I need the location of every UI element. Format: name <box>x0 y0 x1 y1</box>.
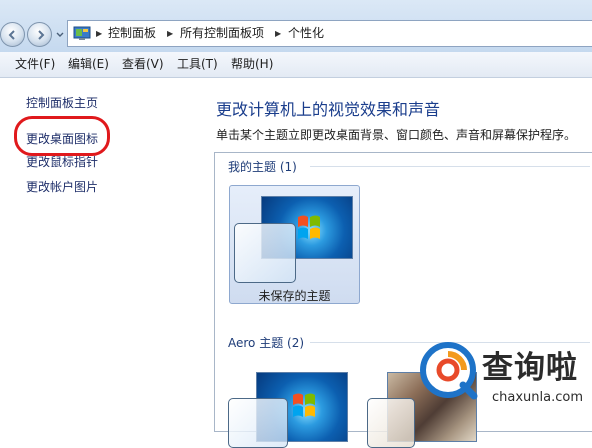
theme-item-unsaved[interactable]: 未保存的主题 <box>229 185 360 304</box>
menu-file[interactable]: 文件(F) <box>15 52 55 77</box>
address-field[interactable]: ▶ 控制面板 ▶ 所有控制面板项 ▶ 个性化 <box>67 20 592 47</box>
control-panel-icon <box>73 26 91 40</box>
chaxunla-logo-icon <box>420 342 478 400</box>
breadcrumb-separator-icon: ▶ <box>96 29 103 38</box>
breadcrumb-all-items[interactable]: 所有控制面板项 <box>180 21 264 46</box>
menu-tools[interactable]: 工具(T) <box>177 52 218 77</box>
page-subtitle: 单击某个主题立即更改桌面背景、窗口颜色、声音和屏幕保护程序。 <box>216 128 577 142</box>
forward-arrow-icon <box>38 30 45 40</box>
theme-window-color-swatch <box>234 223 296 283</box>
nav-change-account-picture[interactable]: 更改帐户图片 <box>26 178 98 195</box>
menu-help[interactable]: 帮助(H) <box>231 52 273 77</box>
page-title: 更改计算机上的视觉效果和声音 <box>216 100 441 119</box>
watermark-title: 查询啦 <box>482 350 578 386</box>
breadcrumb-control-panel[interactable]: 控制面板 <box>108 21 156 46</box>
menu-edit[interactable]: 编辑(E) <box>68 52 109 77</box>
watermark: 查询啦 chaxunla.com <box>414 338 592 428</box>
menu-bar: 文件(F) 编辑(E) 查看(V) 工具(T) 帮助(H) <box>0 52 592 78</box>
breadcrumb-separator-icon[interactable]: ▶ <box>275 21 281 46</box>
group-aero-themes-label: Aero 主题 (2) <box>228 336 305 350</box>
watermark-url: chaxunla.com <box>492 390 583 405</box>
breadcrumb-personalization[interactable]: 个性化 <box>288 21 324 46</box>
group-divider <box>310 166 590 167</box>
highlight-annotation-circle <box>14 116 110 156</box>
address-bar-area: ▶ 控制面板 ▶ 所有控制面板项 ▶ 个性化 <box>0 0 592 52</box>
theme-name-label: 未保存的主题 <box>258 289 331 303</box>
theme-item-aero-1[interactable] <box>224 366 351 448</box>
recent-pages-dropdown-icon[interactable] <box>55 31 65 39</box>
theme-window-color-swatch <box>228 398 288 448</box>
group-my-themes-label: 我的主题 (1) <box>228 160 297 174</box>
breadcrumb-separator-icon[interactable]: ▶ <box>167 21 173 46</box>
menu-view[interactable]: 查看(V) <box>122 52 164 77</box>
back-button[interactable] <box>0 22 25 47</box>
forward-button[interactable] <box>27 22 52 47</box>
nav-control-panel-home[interactable]: 控制面板主页 <box>26 94 98 111</box>
back-arrow-icon <box>8 30 15 40</box>
theme-window-color-swatch <box>367 398 415 448</box>
